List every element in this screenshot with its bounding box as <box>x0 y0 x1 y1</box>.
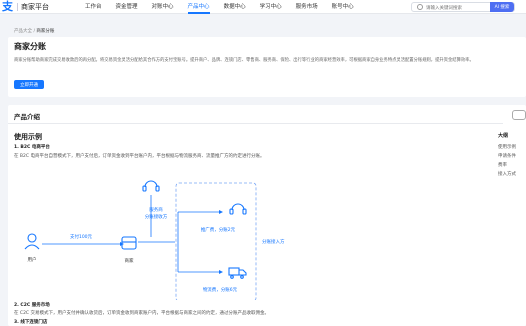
search-icon <box>417 4 423 10</box>
logistics-arrow-head <box>219 270 223 274</box>
promo-arrow-head <box>219 210 223 214</box>
outline-item-integration[interactable]: 接入方式 <box>498 170 526 179</box>
user-label: 用户 <box>28 256 37 263</box>
nav-reconciliation[interactable]: 对账中心 <box>152 0 174 14</box>
nav-data-center[interactable]: 数据中心 <box>224 0 246 14</box>
platform-name: 商家平台 <box>21 2 49 11</box>
breadcrumb-current: 商家分账 <box>36 29 55 34</box>
merchant-label: 商家 <box>125 257 134 264</box>
headset-icon <box>142 180 160 192</box>
split-receivers-box <box>175 182 257 300</box>
nav-service-market[interactable]: 服务市场 <box>296 0 318 14</box>
outline-title: 大纲 <box>498 133 509 139</box>
headset-icon <box>229 203 247 215</box>
search-input[interactable] <box>426 4 486 10</box>
section-title-intro: 产品介绍 <box>14 113 40 121</box>
split-receiver-label: 分账接入方 <box>262 238 285 245</box>
nav-fund-management[interactable]: 资金管理 <box>116 0 138 14</box>
breadcrumb-separator: / <box>33 29 35 34</box>
platform-logo[interactable]: 支 商家平台 <box>2 0 49 13</box>
outline-item-usage[interactable]: 使用示例 <box>498 143 526 152</box>
nav-product-center[interactable]: 产品中心 <box>187 0 210 14</box>
product-hero-card: 商家分账 商家分账帮助商家完成交易收款后的再分配。将交易资金灵活分配给其合作方的… <box>8 37 526 97</box>
service-provider-label-2: 分账接收方 <box>145 213 168 220</box>
section-title-usage: 使用示例 <box>14 133 42 141</box>
outline-item-conditions[interactable]: 申请条件 <box>498 152 526 161</box>
breadcrumb-root[interactable]: 产品大全 <box>14 29 32 34</box>
breadcrumb: 产品大全 / 商家分账 <box>14 28 54 34</box>
page-title: 商家分账 <box>14 42 46 51</box>
divider <box>8 123 503 124</box>
product-description: 商家分账帮助商家完成交易收款后的再分配。将交易资金灵活分配给其合作方的支付宝账号… <box>14 58 474 63</box>
nav-workbench[interactable]: 工作台 <box>85 0 102 14</box>
split-flow-diagram: 用户 支付100元 商家 服务商 分账接收方 推广费，分账2元 物流费，分账6元… <box>24 180 285 300</box>
main-nav: 工作台 资金管理 对账中心 产品中心 数据中心 学习中心 服务市场 账号中心 <box>85 0 368 14</box>
outline-nav: 大纲 使用示例 申请条件 费率 接入方式 <box>498 132 526 179</box>
outline-item-rates[interactable]: 费率 <box>498 161 526 170</box>
nav-learning-center[interactable]: 学习中心 <box>260 0 282 14</box>
case3-title: 3. 线下连锁门店 <box>14 320 48 325</box>
case2-description: 在 C2C 交易模式下，用户支付并确认收货后，订单资金收到商家账户内，平台根据与… <box>14 311 270 316</box>
expand-panel-button[interactable] <box>512 110 526 120</box>
nav-account-center[interactable]: 账号中心 <box>332 0 354 14</box>
ai-search-button[interactable]: AI 搜索 <box>490 2 514 12</box>
user-icon <box>24 233 40 250</box>
case1-title: 1. B2C 电商平台 <box>14 145 50 150</box>
promo-fee-label: 推广费，分账2元 <box>201 226 236 233</box>
truck-icon <box>228 267 247 279</box>
case2-title: 2. C2C 服务市场 <box>14 303 50 308</box>
search-box: AI 搜索 <box>411 2 515 12</box>
alipay-logo-icon: 支 <box>2 0 13 13</box>
logo-separator <box>17 2 18 11</box>
product-detail-panel: 产品介绍 使用示例 1. B2C 电商平台 在 B2C 电商平台自营模式下，用户… <box>8 105 526 326</box>
pay-label: 支付100元 <box>70 233 93 240</box>
merchant-store-icon <box>121 236 137 250</box>
case1-description: 在 B2C 电商平台自营模式下，用户支付后，订单资金收到平台账户内，平台根据与物… <box>14 154 265 159</box>
logistics-fee-label: 物流费，分账6元 <box>203 286 238 293</box>
activate-button[interactable]: 立即开通 <box>14 80 44 89</box>
top-navigation-bar: 支 商家平台 工作台 资金管理 对账中心 产品中心 数据中心 学习中心 服务市场… <box>0 0 526 14</box>
